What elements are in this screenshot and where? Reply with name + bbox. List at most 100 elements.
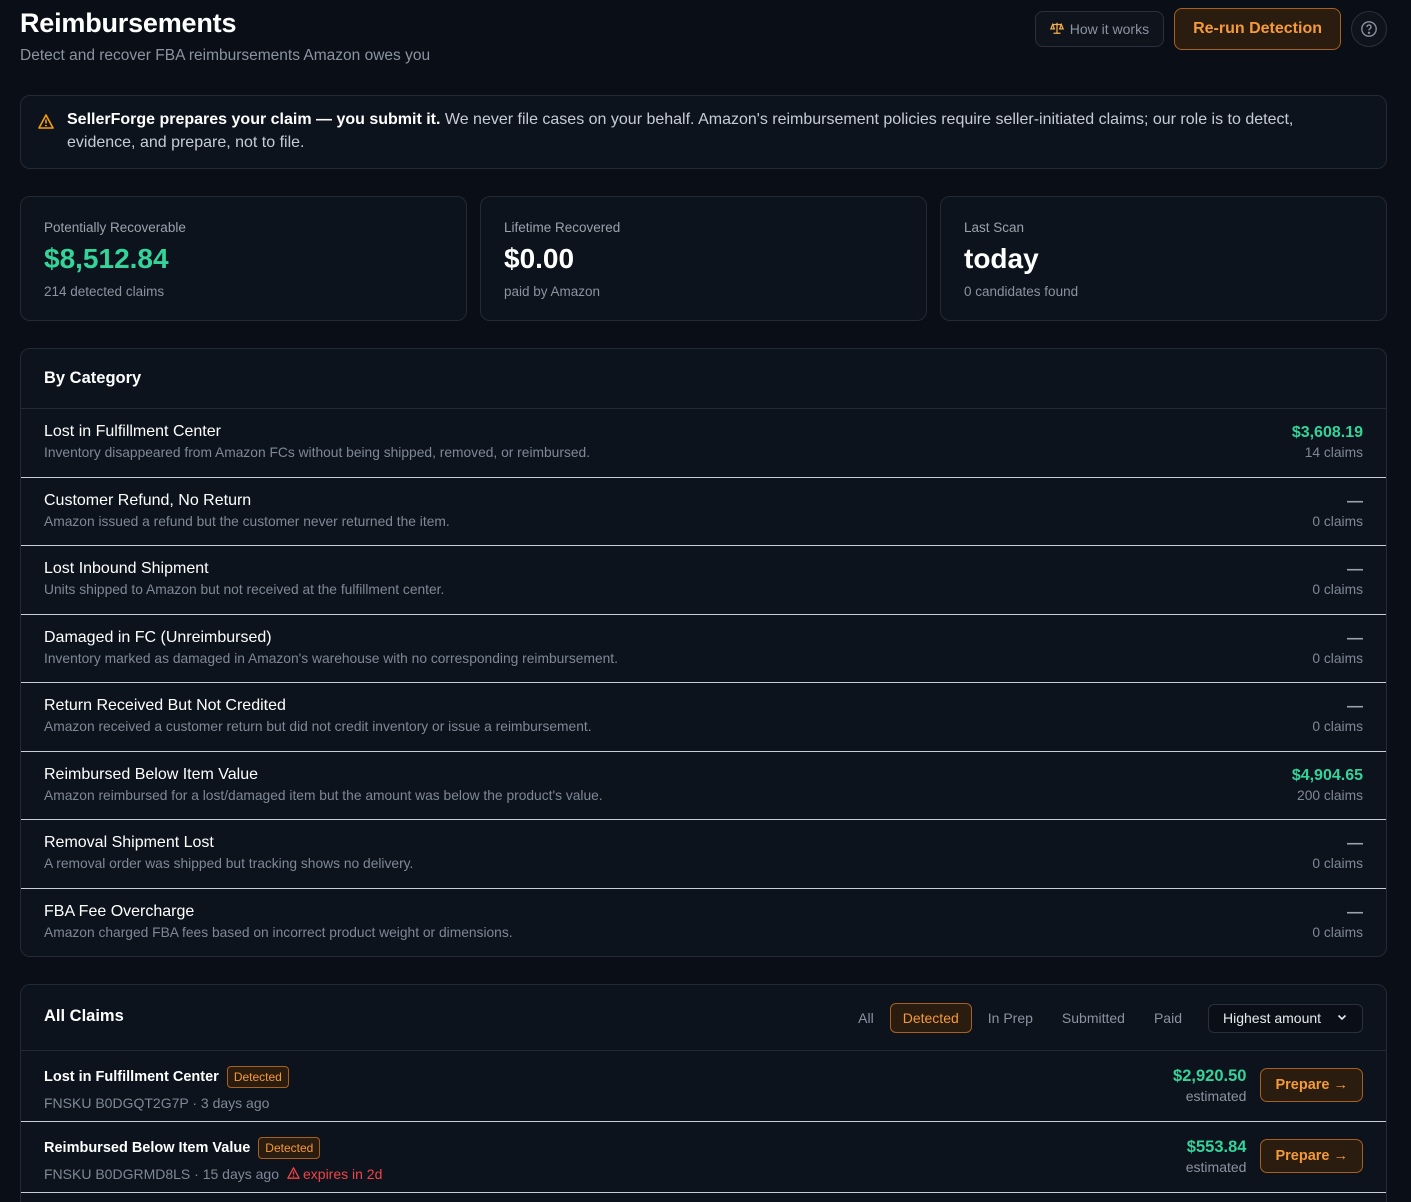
claim-filters: All Detected In Prep Submitted Paid Highest a… xyxy=(845,1003,1363,1033)
page-header: Reimbursements Detect and recover FBA re… xyxy=(20,8,1387,78)
claim-fnsku-age: FNSKU B0DGQT2G7P · 3 days ago xyxy=(44,1095,269,1111)
category-totals: $4,904.65 200 claims xyxy=(1292,767,1363,803)
category-row[interactable]: Lost Inbound Shipment Units shipped to Am… xyxy=(21,546,1386,615)
category-totals: — 0 claims xyxy=(1312,904,1363,940)
prepare-button[interactable]: Prepare → xyxy=(1260,1068,1363,1102)
all-claims-header: All Claims All Detected In Prep Submitted Pa… xyxy=(21,985,1386,1051)
category-totals: — 0 claims xyxy=(1312,493,1363,529)
claim-amount-group: $553.84 estimated xyxy=(1186,1138,1247,1175)
status-badge: Detected xyxy=(226,1066,289,1088)
help-circle-icon[interactable] xyxy=(1351,11,1387,47)
category-name: Damaged in FC (Unreimbursed) xyxy=(44,628,272,646)
category-amount: $4,904.65 xyxy=(1291,766,1363,784)
claim-estimated-label: estimated xyxy=(1185,1088,1247,1104)
category-row[interactable]: Lost in Fulfillment Center Inventory disa… xyxy=(21,409,1386,478)
category-row[interactable]: Return Received But Not Credited Amazon r… xyxy=(21,683,1386,752)
warning-icon xyxy=(38,113,54,136)
filter-tab-paid[interactable]: Paid xyxy=(1141,1003,1195,1033)
claim-category: Reimbursed Below Item Value xyxy=(44,1140,251,1156)
expiry-text: expires in 2d xyxy=(303,1166,383,1182)
header-actions: How it works Re-run Detection xyxy=(1034,8,1387,50)
category-claim-count: 0 claims xyxy=(1312,582,1363,597)
claim-category: Lost in Fulfillment Center xyxy=(44,1069,219,1085)
category-amount: — xyxy=(1347,835,1363,852)
stat-card-recoverable: Potentially Recoverable $8,512.84 214 de… xyxy=(20,196,467,321)
by-category-header: By Category xyxy=(21,349,1386,409)
category-name: Customer Refund, No Return xyxy=(44,491,252,509)
sort-select-value: Highest amount xyxy=(1223,1010,1322,1026)
stat-value: $8,512.84 xyxy=(44,243,169,274)
claim-title: Lost in Fulfillment Center Detected xyxy=(44,1066,1363,1088)
category-claim-count: 0 claims xyxy=(1312,719,1363,734)
claim-title: Reimbursed Below Item Value Detected xyxy=(44,1137,1363,1159)
claim-amount: $553.84 xyxy=(1186,1138,1247,1156)
claim-amount-group: $2,920.50 estimated xyxy=(1173,1067,1246,1104)
stat-card-lifetime: Lifetime Recovered $0.00 paid by Amazon xyxy=(480,196,927,321)
policy-notice: SellerForge prepares your claim — you su… xyxy=(20,95,1387,169)
status-badge: Detected xyxy=(258,1137,321,1159)
claim-row[interactable]: Reimbursed Below Item Value Detected FNSKU… xyxy=(21,1122,1386,1193)
category-row[interactable]: Reimbursed Below Item Value Amazon reimbu… xyxy=(21,752,1386,820)
category-name: Removal Shipment Lost xyxy=(44,834,214,851)
category-amount: $3,608.19 xyxy=(1291,424,1363,441)
category-row[interactable]: Customer Refund, No Return Amazon issued … xyxy=(21,478,1386,546)
category-row[interactable]: FBA Fee Overcharge Amazon charged FBA fee… xyxy=(21,889,1386,957)
rerun-detection-button[interactable]: Re-run Detection xyxy=(1174,8,1341,50)
expiry-warning: expires in 2d xyxy=(287,1166,382,1182)
category-row[interactable]: Removal Shipment Lost A removal order was… xyxy=(21,820,1386,889)
filter-tab-all[interactable]: All xyxy=(845,1003,887,1033)
claim-row[interactable]: Lost in Fulfillment Center Detected FNSKU … xyxy=(21,1051,1386,1122)
category-description: Amazon issued a refund but the customer … xyxy=(44,513,450,529)
stat-card-last-scan: Last Scan today 0 candidates found xyxy=(940,196,1387,321)
stat-sub: 0 candidates found xyxy=(964,284,1079,299)
category-description: Units shipped to Amazon but not received… xyxy=(44,582,445,597)
category-totals: — 0 claims xyxy=(1312,698,1363,734)
category-totals: $3,608.19 14 claims xyxy=(1292,424,1363,460)
filter-tab-submitted[interactable]: Submitted xyxy=(1049,1003,1138,1033)
category-claim-count: 0 claims xyxy=(1312,856,1363,871)
scale-icon xyxy=(1049,21,1064,38)
category-description: Inventory marked as damaged in Amazon's … xyxy=(44,650,618,666)
category-amount: — xyxy=(1347,698,1363,715)
claim-fnsku: FNSKU B0DGQT2G7P xyxy=(44,1095,189,1111)
claim-actions: $553.84 estimated Prepare → xyxy=(1186,1138,1363,1175)
stat-label: Last Scan xyxy=(964,220,1025,235)
category-description: Inventory disappeared from Amazon FCs wi… xyxy=(44,445,591,460)
category-totals: — 0 claims xyxy=(1312,835,1363,871)
by-category-title: By Category xyxy=(44,369,142,387)
claim-age: · 15 days ago xyxy=(194,1166,279,1182)
category-amount: — xyxy=(1347,629,1363,647)
stat-sub: 214 detected claims xyxy=(44,284,165,299)
stat-label: Lifetime Recovered xyxy=(504,220,621,235)
category-description: Amazon received a customer return but di… xyxy=(44,719,592,734)
category-claim-count: 200 claims xyxy=(1297,787,1363,803)
claim-list: Lost in Fulfillment Center Detected FNSKU … xyxy=(21,1051,1386,1193)
stat-value: $0.00 xyxy=(504,243,575,274)
how-it-works-button[interactable]: How it works xyxy=(1034,11,1165,47)
category-amount: — xyxy=(1347,561,1363,578)
claim-actions: $2,920.50 estimated Prepare → xyxy=(1173,1067,1363,1104)
filter-tab-in-prep[interactable]: In Prep xyxy=(975,1003,1046,1033)
category-claim-count: 0 claims xyxy=(1312,924,1363,940)
category-name: Return Received But Not Credited xyxy=(44,697,286,714)
category-claim-count: 0 claims xyxy=(1312,650,1363,666)
filter-tab-detected[interactable]: Detected xyxy=(889,1003,972,1033)
category-description: Amazon reimbursed for a lost/damaged ite… xyxy=(44,787,603,803)
claim-fnsku: FNSKU B0DGRMD8LS xyxy=(44,1166,191,1182)
category-amount: — xyxy=(1347,903,1363,921)
category-claim-count: 14 claims xyxy=(1304,445,1363,460)
claim-fnsku-age: FNSKU B0DGRMD8LS · 15 days ago xyxy=(44,1166,279,1182)
notice-bold-text: SellerForge prepares your claim — you su… xyxy=(67,111,441,128)
stat-label: Potentially Recoverable xyxy=(44,220,186,235)
warning-icon xyxy=(287,1166,300,1182)
category-name: Lost in Fulfillment Center xyxy=(44,423,221,440)
category-list: Lost in Fulfillment Center Inventory disa… xyxy=(21,409,1386,957)
category-description: Amazon charged FBA fees based on incorre… xyxy=(44,924,513,940)
sort-select[interactable]: Highest amount xyxy=(1208,1003,1363,1033)
category-name: Lost Inbound Shipment xyxy=(44,560,209,577)
claim-amount: $2,920.50 xyxy=(1173,1067,1247,1085)
category-row[interactable]: Damaged in FC (Unreimbursed) Inventory ma… xyxy=(21,615,1386,683)
claim-age: · 3 days ago xyxy=(192,1095,270,1111)
category-name: Reimbursed Below Item Value xyxy=(44,765,259,783)
prepare-button[interactable]: Prepare → xyxy=(1260,1139,1363,1173)
